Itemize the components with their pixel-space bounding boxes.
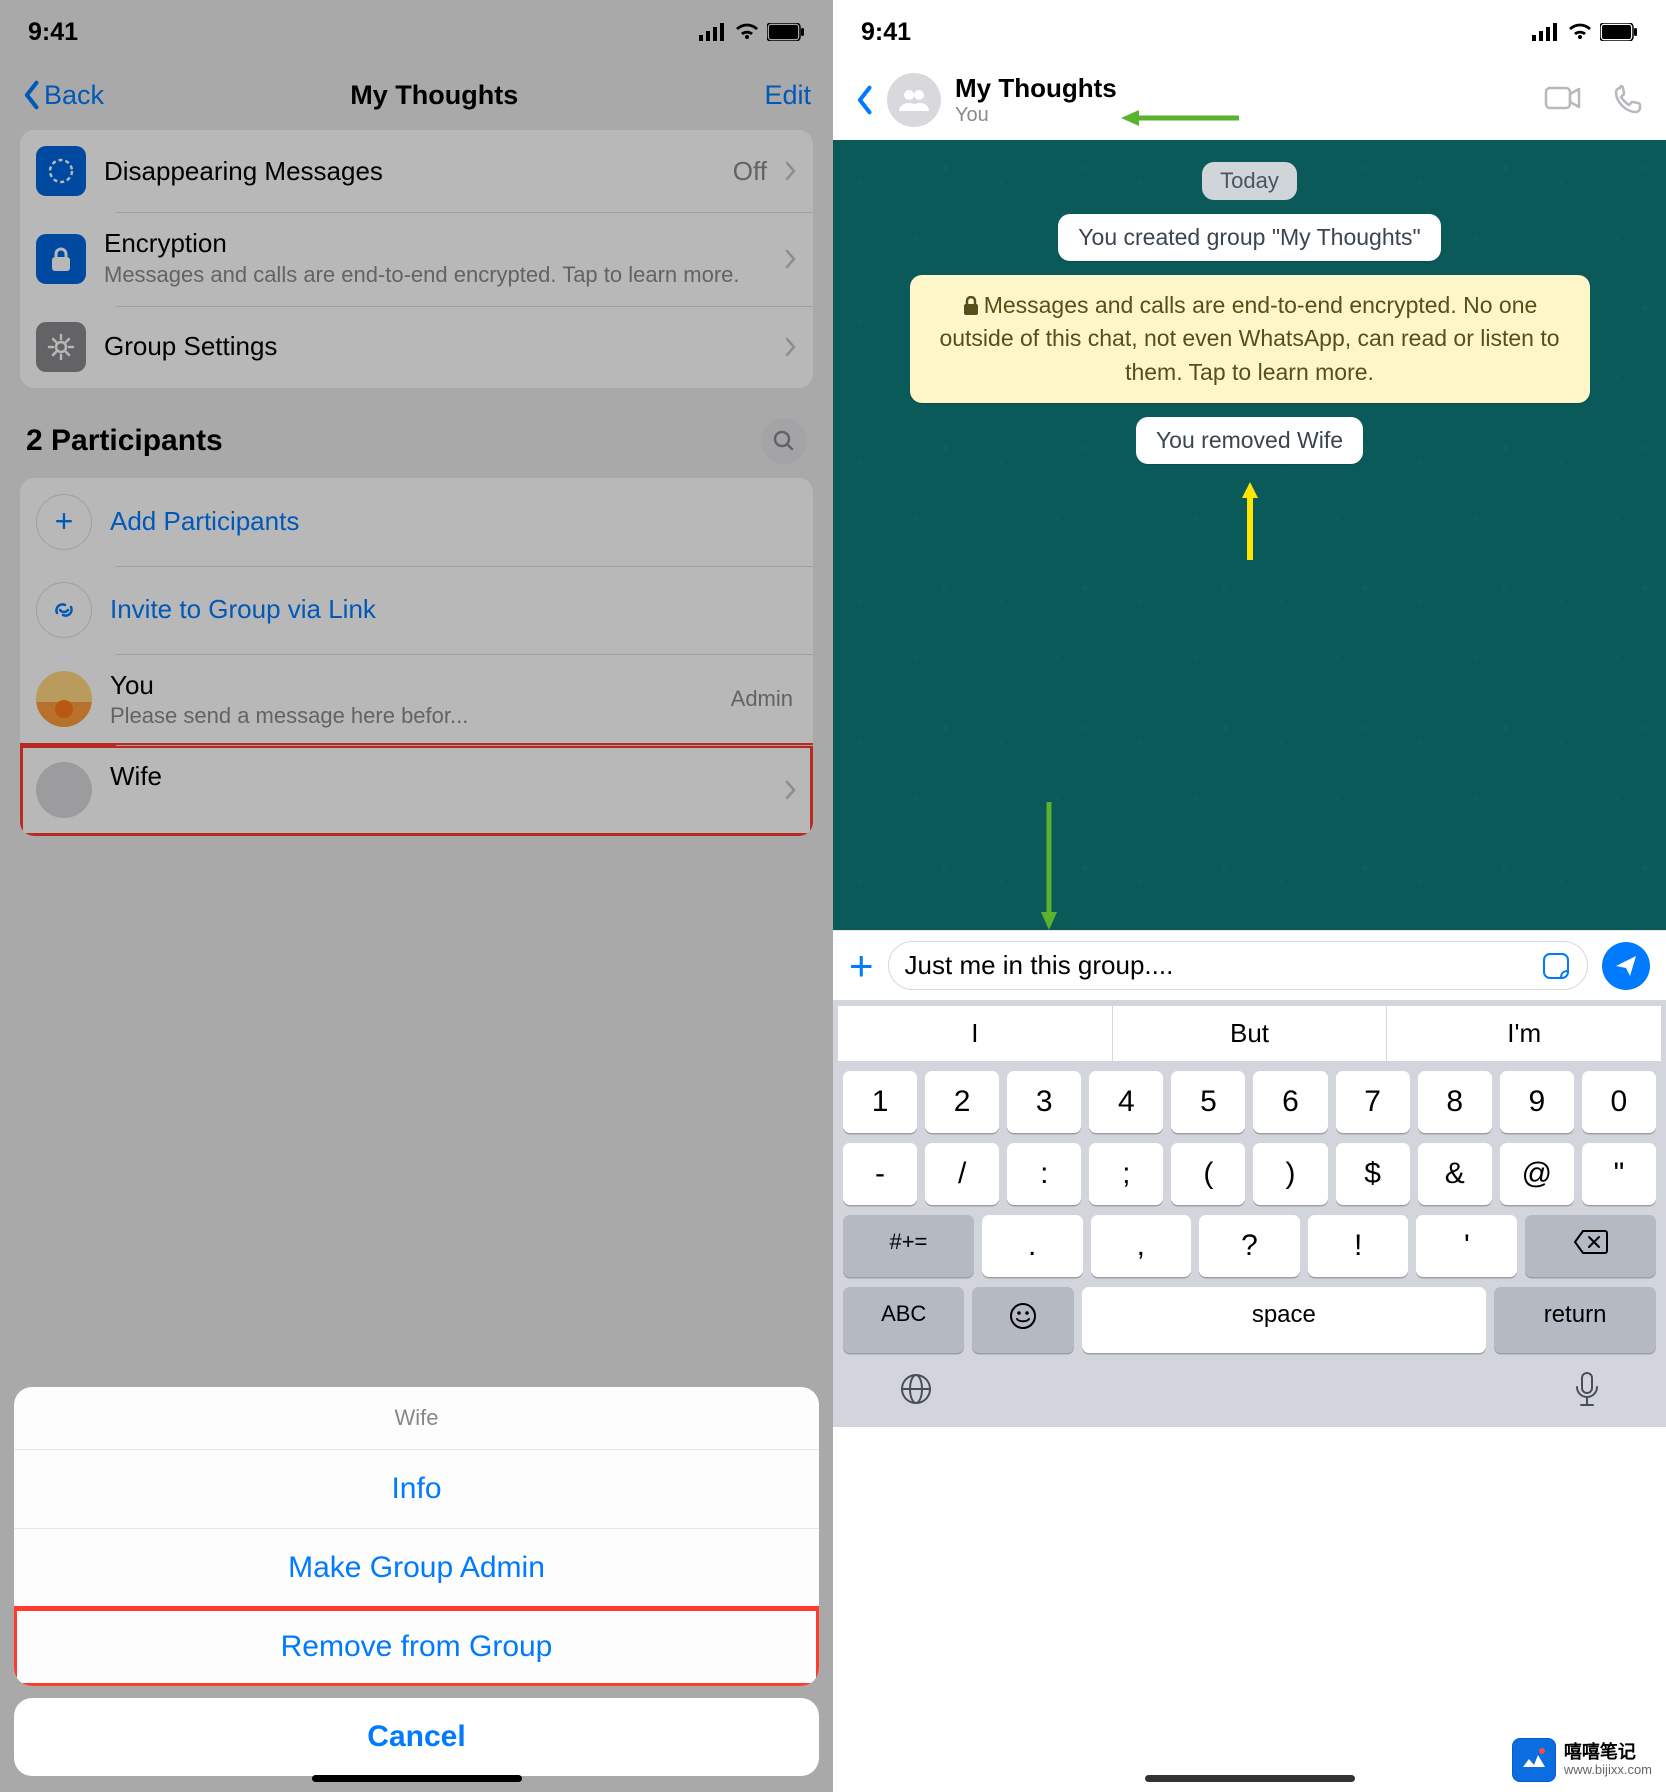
system-message-removed: You removed Wife [1136, 417, 1363, 464]
annotation-arrow-yellow [1242, 482, 1258, 562]
date-pill: Today [1202, 162, 1297, 200]
keyboard: I But I'm 1 2 3 4 5 6 7 8 9 0 - / : ; ( … [833, 1000, 1666, 1427]
key[interactable]: @ [1500, 1143, 1574, 1205]
chat-subtitle: You [955, 104, 1530, 127]
key[interactable]: 3 [1007, 1071, 1081, 1133]
cellular-icon [1532, 23, 1560, 41]
status-bar: 9:41 [833, 0, 1666, 60]
sheet-make-admin-button[interactable]: Make Group Admin [14, 1529, 819, 1608]
dictation-button[interactable] [1573, 1371, 1601, 1411]
key-emoji[interactable] [972, 1287, 1073, 1353]
key[interactable]: " [1582, 1143, 1656, 1205]
suggestion[interactable]: I [838, 1006, 1113, 1061]
keyboard-footer [838, 1353, 1661, 1417]
attach-button[interactable]: + [849, 942, 874, 990]
key-backspace[interactable] [1525, 1215, 1656, 1277]
key[interactable]: : [1007, 1143, 1081, 1205]
key[interactable]: 6 [1253, 1071, 1327, 1133]
key[interactable]: 9 [1500, 1071, 1574, 1133]
keyboard-row: - / : ; ( ) $ & @ " [838, 1143, 1661, 1205]
battery-icon [1600, 23, 1638, 41]
status-time: 9:41 [861, 18, 911, 47]
suggestion[interactable]: But [1113, 1006, 1388, 1061]
home-indicator[interactable] [1145, 1775, 1355, 1782]
key-return[interactable]: return [1494, 1287, 1656, 1353]
video-call-button[interactable] [1544, 84, 1582, 112]
group-icon [897, 87, 931, 113]
group-avatar[interactable] [887, 73, 941, 127]
sheet-info-button[interactable]: Info [14, 1450, 819, 1529]
suggestion[interactable]: I'm [1387, 1006, 1661, 1061]
key[interactable]: 8 [1418, 1071, 1492, 1133]
chat-header: My Thoughts You [833, 60, 1666, 140]
keyboard-row: ABC space return [838, 1277, 1661, 1353]
backspace-icon [1573, 1229, 1609, 1255]
action-sheet: Wife Info Make Group Admin Remove from G… [0, 1375, 833, 1792]
key[interactable]: 0 [1582, 1071, 1656, 1133]
encryption-notice[interactable]: Messages and calls are end-to-end encryp… [910, 275, 1590, 403]
globe-button[interactable] [898, 1371, 934, 1407]
status-icons [1532, 22, 1638, 42]
key[interactable]: ) [1253, 1143, 1327, 1205]
keyboard-row: #+= . , ? ! ' [838, 1215, 1661, 1277]
watermark-icon [1512, 1738, 1556, 1782]
key[interactable]: . [982, 1215, 1083, 1277]
watermark: 嘻嘻笔记 www.bijixx.com [1512, 1738, 1652, 1782]
key[interactable]: - [843, 1143, 917, 1205]
keyboard-row: 1 2 3 4 5 6 7 8 9 0 [838, 1071, 1661, 1133]
key[interactable]: ? [1199, 1215, 1300, 1277]
keyboard-suggestions: I But I'm [838, 1006, 1661, 1061]
wifi-icon [1567, 22, 1593, 42]
send-button[interactable] [1602, 942, 1650, 990]
key[interactable]: ! [1308, 1215, 1409, 1277]
watermark-title: 嘻嘻笔记 [1564, 1743, 1652, 1763]
key-symbols[interactable]: #+= [843, 1215, 974, 1277]
system-message-created: You created group "My Thoughts" [1058, 214, 1440, 261]
audio-call-button[interactable] [1612, 84, 1644, 116]
key[interactable]: ' [1416, 1215, 1517, 1277]
sheet-remove-button[interactable]: Remove from Group [14, 1608, 819, 1686]
lock-icon [962, 296, 980, 316]
annotation-arrow-green-down [1037, 800, 1061, 930]
chat-title: My Thoughts [955, 73, 1530, 104]
key[interactable]: 2 [925, 1071, 999, 1133]
send-icon [1613, 953, 1639, 979]
sheet-cancel-button[interactable]: Cancel [14, 1698, 819, 1776]
key[interactable]: $ [1336, 1143, 1410, 1205]
key-abc[interactable]: ABC [843, 1287, 964, 1353]
key[interactable]: , [1091, 1215, 1192, 1277]
key-space[interactable]: space [1082, 1287, 1487, 1353]
key[interactable]: 5 [1171, 1071, 1245, 1133]
key[interactable]: & [1418, 1143, 1492, 1205]
sheet-title: Wife [14, 1387, 819, 1450]
key[interactable]: ; [1089, 1143, 1163, 1205]
key[interactable]: ( [1171, 1143, 1245, 1205]
sticker-icon[interactable] [1541, 951, 1571, 981]
key[interactable]: 4 [1089, 1071, 1163, 1133]
emoji-icon [1008, 1301, 1038, 1331]
message-input[interactable]: Just me in this group.... [888, 941, 1588, 990]
key[interactable]: 1 [843, 1071, 917, 1133]
key[interactable]: / [925, 1143, 999, 1205]
key[interactable]: 7 [1336, 1071, 1410, 1133]
back-button[interactable] [855, 85, 873, 115]
annotation-arrow-green [1121, 106, 1241, 130]
home-indicator[interactable] [312, 1775, 522, 1782]
watermark-url: www.bijixx.com [1564, 1763, 1652, 1777]
chat-title-area[interactable]: My Thoughts You [955, 73, 1530, 127]
message-input-text: Just me in this group.... [905, 950, 1174, 981]
message-input-bar: + Just me in this group.... [833, 930, 1666, 1000]
chat-area[interactable]: Today You created group "My Thoughts" Me… [833, 140, 1666, 930]
encryption-text: Messages and calls are end-to-end encryp… [939, 292, 1559, 385]
